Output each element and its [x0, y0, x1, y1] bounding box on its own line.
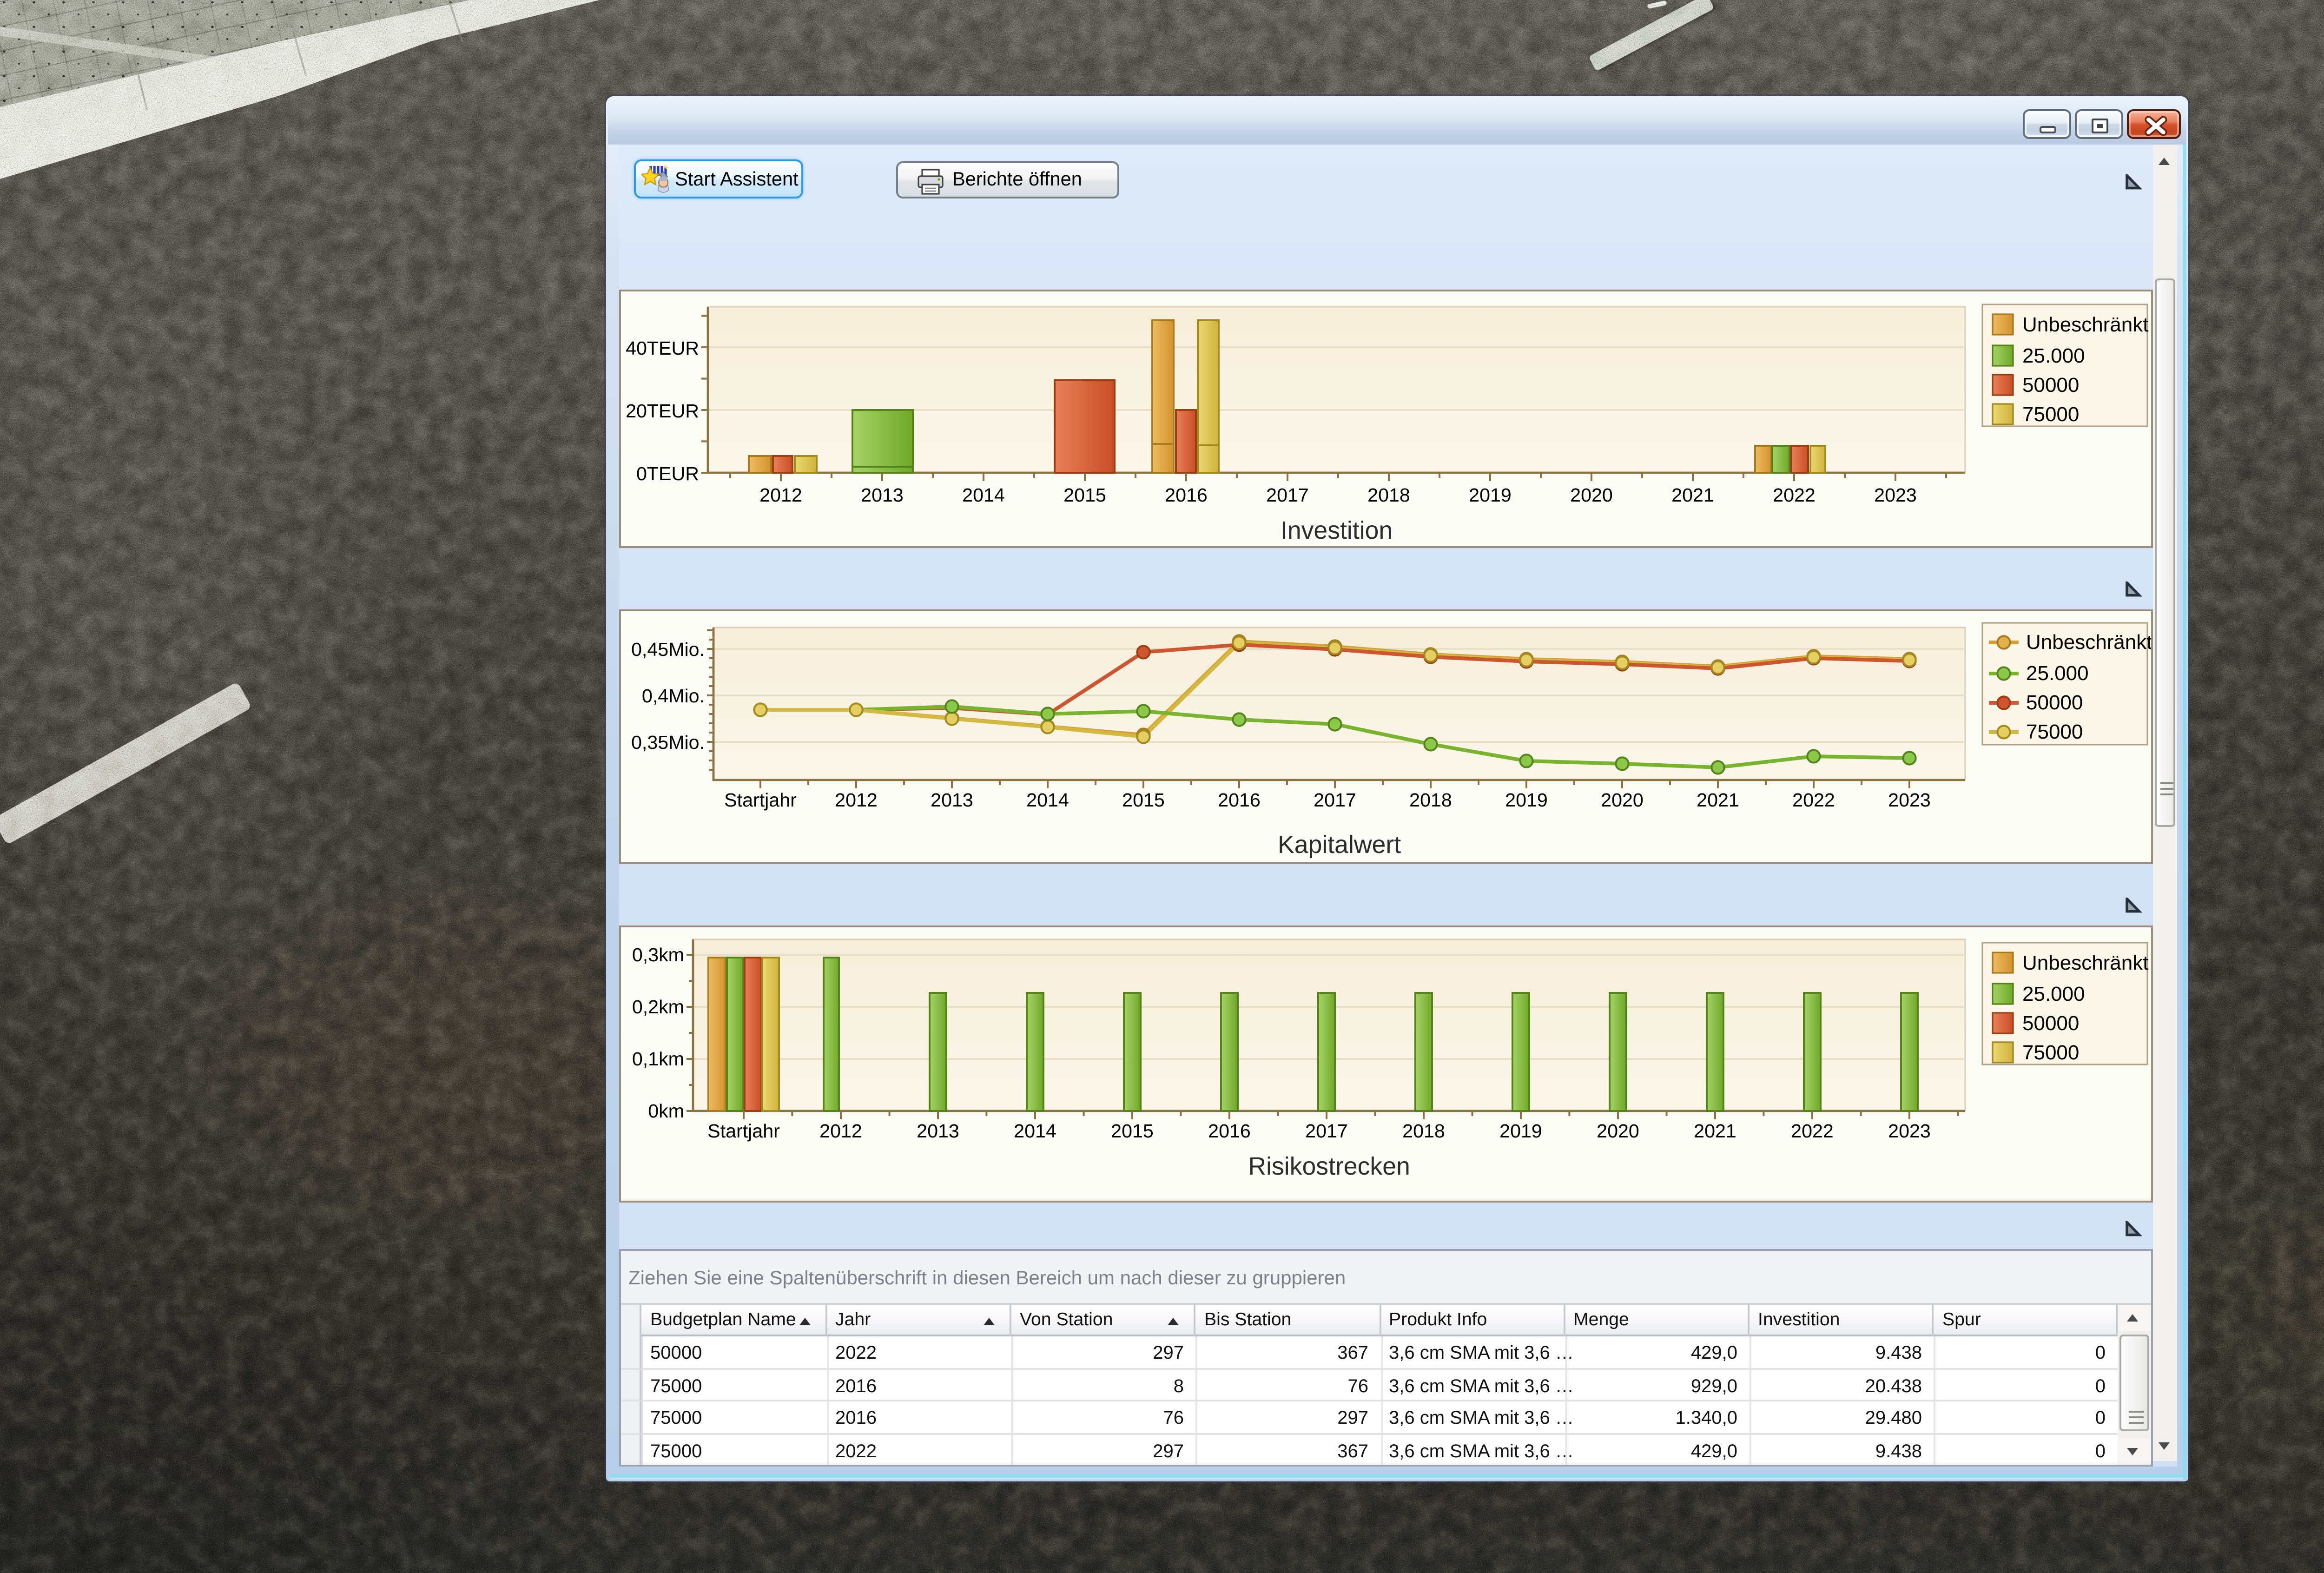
svg-text:2012: 2012	[834, 789, 877, 811]
svg-text:2015: 2015	[1121, 789, 1164, 811]
svg-text:75000: 75000	[2021, 403, 2078, 425]
svg-text:2019: 2019	[1468, 484, 1511, 505]
svg-text:2014: 2014	[1013, 1120, 1056, 1141]
svg-text:2023: 2023	[1887, 789, 1930, 811]
svg-text:2018: 2018	[1367, 484, 1409, 505]
svg-text:50000: 50000	[2021, 373, 2078, 396]
svg-text:0,3km: 0,3km	[631, 944, 683, 965]
svg-text:2020: 2020	[1600, 789, 1643, 811]
svg-text:2016: 2016	[1207, 1120, 1250, 1141]
svg-text:75000: 75000	[2025, 720, 2082, 743]
svg-text:40TEUR: 40TEUR	[625, 337, 698, 358]
svg-text:25.000: 25.000	[2021, 344, 2084, 367]
svg-text:75000: 75000	[2021, 1041, 2078, 1064]
svg-text:2013: 2013	[916, 1120, 958, 1141]
svg-text:2019: 2019	[1499, 1120, 1541, 1141]
svg-text:2016: 2016	[1164, 484, 1207, 505]
svg-text:2017: 2017	[1304, 1120, 1347, 1141]
svg-text:0TEUR: 0TEUR	[635, 463, 698, 484]
svg-text:2022: 2022	[1790, 1120, 1833, 1141]
svg-text:Unbeschränkt: Unbeschränkt	[2025, 631, 2151, 654]
svg-text:50000: 50000	[2025, 691, 2082, 714]
svg-text:2012: 2012	[759, 484, 801, 505]
svg-text:Unbeschränkt: Unbeschränkt	[2021, 313, 2147, 336]
svg-text:0,35Mio.: 0,35Mio.	[630, 732, 704, 753]
svg-text:50000: 50000	[2021, 1011, 2078, 1034]
svg-text:2013: 2013	[860, 484, 903, 505]
svg-text:2021: 2021	[1693, 1120, 1736, 1141]
svg-text:0,1km: 0,1km	[631, 1048, 683, 1069]
svg-text:2018: 2018	[1401, 1120, 1444, 1141]
svg-text:0km: 0km	[647, 1100, 683, 1121]
svg-text:2018: 2018	[1408, 789, 1451, 811]
svg-text:Kapitalwert: Kapitalwert	[1277, 831, 1400, 859]
svg-text:2015: 2015	[1063, 484, 1105, 505]
svg-text:2017: 2017	[1313, 789, 1355, 811]
svg-text:2022: 2022	[1791, 789, 1834, 811]
svg-text:Risikostrecken: Risikostrecken	[1247, 1152, 1409, 1180]
svg-text:25.000: 25.000	[2025, 662, 2088, 685]
svg-text:Unbeschränkt: Unbeschränkt	[2021, 951, 2147, 974]
svg-text:2016: 2016	[1217, 789, 1260, 811]
svg-text:2014: 2014	[961, 484, 1004, 505]
svg-text:0,45Mio.: 0,45Mio.	[630, 639, 704, 660]
svg-text:2013: 2013	[930, 789, 972, 811]
svg-text:Startjahr: Startjahr	[706, 1120, 779, 1141]
svg-text:Investition: Investition	[1280, 516, 1392, 544]
svg-text:2020: 2020	[1596, 1120, 1638, 1141]
svg-text:2021: 2021	[1696, 789, 1738, 811]
svg-text:2022: 2022	[1772, 484, 1815, 505]
svg-text:2023: 2023	[1887, 1120, 1930, 1141]
svg-text:2020: 2020	[1569, 484, 1612, 505]
svg-text:2019: 2019	[1504, 789, 1547, 811]
svg-text:Startjahr: Startjahr	[723, 789, 796, 811]
svg-text:2014: 2014	[1025, 789, 1068, 811]
svg-text:25.000: 25.000	[2021, 982, 2084, 1005]
svg-text:0,4Mio.: 0,4Mio.	[641, 685, 704, 707]
svg-text:2017: 2017	[1265, 484, 1308, 505]
svg-text:2021: 2021	[1670, 484, 1713, 505]
svg-text:2012: 2012	[819, 1120, 861, 1141]
svg-text:20TEUR: 20TEUR	[625, 400, 698, 421]
svg-text:2023: 2023	[1873, 484, 1916, 505]
svg-text:2015: 2015	[1110, 1120, 1153, 1141]
svg-text:0,2km: 0,2km	[631, 996, 683, 1017]
